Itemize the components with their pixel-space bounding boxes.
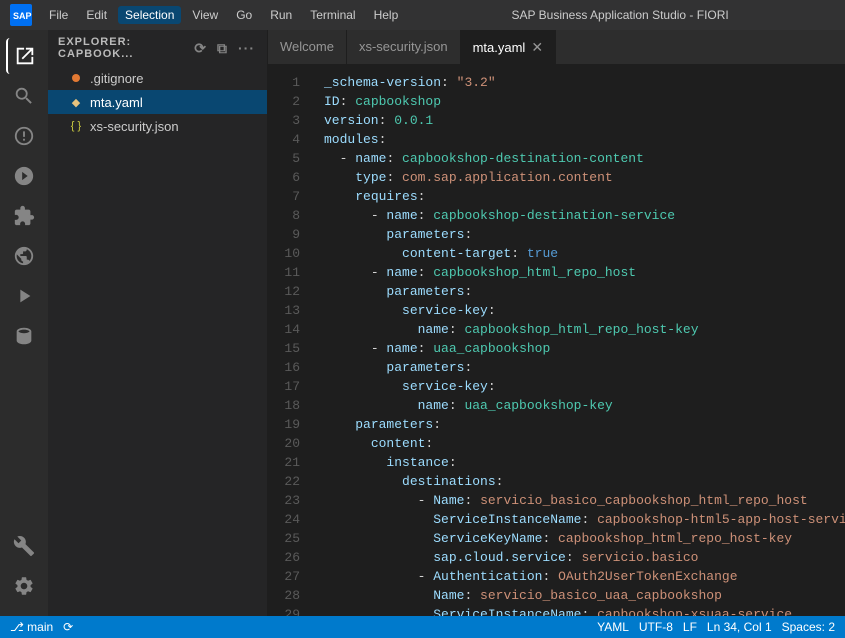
tab-mta-yaml-label: mta.yaml — [473, 40, 526, 55]
run-icon[interactable] — [6, 278, 42, 314]
code-line-4: 4 modules: — [268, 130, 845, 149]
file-item-xs-security[interactable]: { } xs-security.json — [48, 114, 267, 138]
tab-mta-yaml[interactable]: mta.yaml ✕ — [461, 30, 556, 64]
sidebar-more-icon[interactable]: ··· — [236, 38, 257, 58]
status-eol[interactable]: LF — [683, 620, 697, 634]
file-item-mta[interactable]: ◆ mta.yaml — [48, 90, 267, 114]
activity-bar — [0, 30, 48, 616]
tab-welcome[interactable]: Welcome — [268, 30, 347, 64]
menu-run[interactable]: Run — [263, 6, 299, 24]
explorer-icon[interactable] — [6, 38, 42, 74]
code-line-10: 10 content-target: true — [268, 244, 845, 263]
code-editor[interactable]: 1 _schema-version: "3.2" 2 ID: capbooksh… — [268, 65, 845, 616]
sidebar: EXPLORER: CAPBOOK... ⟳ ⧉ ··· .gitignore … — [48, 30, 268, 616]
gitignore-file-icon — [68, 70, 84, 86]
code-line-15: 15 - name: uaa_capbookshop — [268, 339, 845, 358]
status-bar: ⎇ main ⟳ YAML UTF-8 LF Ln 34, Col 1 Spac… — [0, 616, 845, 638]
code-line-25: 25 ServiceKeyName: capbookshop_html_repo… — [268, 529, 845, 548]
status-sync[interactable]: ⟳ — [63, 620, 73, 634]
menu-view[interactable]: View — [185, 6, 225, 24]
code-line-8: 8 - name: capbookshop-destination-servic… — [268, 206, 845, 225]
json-file-icon: { } — [68, 118, 84, 134]
code-line-17: 17 service-key: — [268, 377, 845, 396]
tabs-bar: Welcome xs-security.json mta.yaml ✕ — [268, 30, 845, 65]
main-area: EXPLORER: CAPBOOK... ⟳ ⧉ ··· .gitignore … — [0, 30, 845, 616]
svg-text:SAP: SAP — [13, 11, 32, 21]
code-line-13: 13 service-key: — [268, 301, 845, 320]
code-line-26: 26 sap.cloud.service: servicio.basico — [268, 548, 845, 567]
code-line-7: 7 requires: — [268, 187, 845, 206]
file-name-xs-security: xs-security.json — [90, 119, 179, 134]
code-line-21: 21 instance: — [268, 453, 845, 472]
editor-area: Welcome xs-security.json mta.yaml ✕ 1 _s… — [268, 30, 845, 616]
debug-icon[interactable] — [6, 158, 42, 194]
status-encoding[interactable]: UTF-8 — [639, 620, 673, 634]
sidebar-title: EXPLORER: CAPBOOK... — [58, 36, 192, 60]
code-line-24: 24 ServiceInstanceName: capbookshop-html… — [268, 510, 845, 529]
code-line-16: 16 parameters: — [268, 358, 845, 377]
database-icon[interactable] — [6, 318, 42, 354]
code-line-14: 14 name: capbookshop_html_repo_host-key — [268, 320, 845, 339]
sidebar-collapse-icon[interactable]: ⧉ — [215, 38, 230, 59]
menu-file[interactable]: File — [42, 6, 75, 24]
status-bar-right: YAML UTF-8 LF Ln 34, Col 1 Spaces: 2 — [597, 620, 835, 634]
code-line-5: 5 - name: capbookshop-destination-conten… — [268, 149, 845, 168]
code-line-18: 18 name: uaa_capbookshop-key — [268, 396, 845, 415]
menu-go[interactable]: Go — [229, 6, 259, 24]
remote-icon[interactable] — [6, 238, 42, 274]
titlebar: SAP File Edit Selection View Go Run Term… — [0, 0, 845, 30]
menu-edit[interactable]: Edit — [79, 6, 114, 24]
sidebar-header: EXPLORER: CAPBOOK... ⟳ ⧉ ··· — [48, 30, 267, 66]
code-line-23: 23 - Name: servicio_basico_capbookshop_h… — [268, 491, 845, 510]
code-line-1: 1 _schema-version: "3.2" — [268, 73, 845, 92]
sap-logo-icon: SAP — [10, 4, 32, 26]
titlebar-left: SAP File Edit Selection View Go Run Term… — [10, 4, 405, 26]
tab-xs-security[interactable]: xs-security.json — [347, 30, 461, 64]
file-name-gitignore: .gitignore — [90, 71, 143, 86]
status-cursor[interactable]: Ln 34, Col 1 — [707, 620, 772, 634]
code-line-9: 9 parameters: — [268, 225, 845, 244]
tab-mta-yaml-close[interactable]: ✕ — [531, 40, 543, 54]
code-line-29: 29 ServiceInstanceName: capbookshop-xsua… — [268, 605, 845, 616]
code-line-2: 2 ID: capbookshop — [268, 92, 845, 111]
status-bar-left: ⎇ main ⟳ — [10, 620, 73, 634]
code-line-11: 11 - name: capbookshop_html_repo_host — [268, 263, 845, 282]
code-line-22: 22 destinations: — [268, 472, 845, 491]
code-line-6: 6 type: com.sap.application.content — [268, 168, 845, 187]
settings-icon[interactable] — [6, 568, 42, 604]
code-line-19: 19 parameters: — [268, 415, 845, 434]
code-line-27: 27 - Authentication: OAuth2UserTokenExch… — [268, 567, 845, 586]
sidebar-refresh-icon[interactable]: ⟳ — [192, 38, 209, 59]
search-icon[interactable] — [6, 78, 42, 114]
tools-icon[interactable] — [6, 528, 42, 564]
app-title: SAP Business Application Studio - FIORI — [405, 8, 835, 22]
tab-xs-security-label: xs-security.json — [359, 39, 448, 54]
status-language[interactable]: YAML — [597, 620, 629, 634]
file-name-mta: mta.yaml — [90, 95, 143, 110]
yaml-file-icon: ◆ — [68, 94, 84, 110]
extensions-icon[interactable] — [6, 198, 42, 234]
status-branch[interactable]: ⎇ main — [10, 620, 53, 634]
menu-selection[interactable]: Selection — [118, 6, 181, 24]
sidebar-actions: ⟳ ⧉ ··· — [192, 38, 257, 59]
code-line-3: 3 version: 0.0.1 — [268, 111, 845, 130]
status-spaces[interactable]: Spaces: 2 — [782, 620, 835, 634]
git-icon[interactable] — [6, 118, 42, 154]
code-line-12: 12 parameters: — [268, 282, 845, 301]
tab-welcome-label: Welcome — [280, 39, 334, 54]
menu-terminal[interactable]: Terminal — [303, 6, 362, 24]
file-item-gitignore[interactable]: .gitignore — [48, 66, 267, 90]
code-line-28: 28 Name: servicio_basico_uaa_capbookshop — [268, 586, 845, 605]
menu-help[interactable]: Help — [367, 6, 406, 24]
code-line-20: 20 content: — [268, 434, 845, 453]
